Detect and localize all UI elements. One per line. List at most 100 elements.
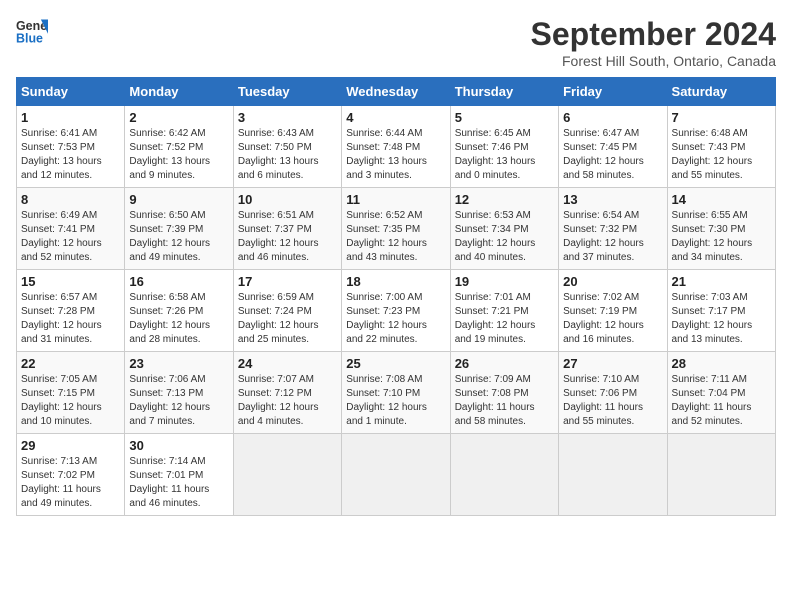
calendar-cell: 5Sunrise: 6:45 AM Sunset: 7:46 PM Daylig… <box>450 106 558 188</box>
weekday-header-wednesday: Wednesday <box>342 78 450 106</box>
day-number: 8 <box>21 192 120 207</box>
calendar-cell: 1Sunrise: 6:41 AM Sunset: 7:53 PM Daylig… <box>17 106 125 188</box>
day-info: Sunrise: 7:03 AM Sunset: 7:17 PM Dayligh… <box>672 291 771 347</box>
calendar-cell: 24 Sunrise: 7:07 AM Sunset: 7:12 PM Dayli… <box>233 352 341 434</box>
day-info: Sunrise: 7:14 AM Sunset: 7:01 PM Dayligh… <box>129 455 228 511</box>
day-number: 16 <box>129 274 228 289</box>
day-info: Sunrise: 6:57 AM Sunset: 7:28 PM Dayligh… <box>21 291 120 347</box>
day-number: 12 <box>455 192 554 207</box>
calendar-cell: 6Sunrise: 6:47 AM Sunset: 7:45 PM Daylig… <box>559 106 667 188</box>
day-info: Sunrise: 6:52 AM Sunset: 7:35 PM Dayligh… <box>346 209 445 265</box>
day-number: 4 <box>346 110 445 125</box>
day-info: Sunrise: 6:55 AM Sunset: 7:30 PM Dayligh… <box>672 209 771 265</box>
day-info: Sunrise: 6:51 AM Sunset: 7:37 PM Dayligh… <box>238 209 337 265</box>
calendar-cell: 3Sunrise: 6:43 AM Sunset: 7:50 PM Daylig… <box>233 106 341 188</box>
weekday-header-tuesday: Tuesday <box>233 78 341 106</box>
day-info: Sunrise: 6:53 AM Sunset: 7:34 PM Dayligh… <box>455 209 554 265</box>
logo-icon: General Blue <box>16 16 48 48</box>
day-info: Sunrise: 6:58 AM Sunset: 7:26 PM Dayligh… <box>129 291 228 347</box>
day-number: 1 <box>21 110 120 125</box>
day-number: 7 <box>672 110 771 125</box>
calendar-body: 1Sunrise: 6:41 AM Sunset: 7:53 PM Daylig… <box>17 106 776 516</box>
calendar-cell: 29Sunrise: 7:13 AM Sunset: 7:02 PM Dayli… <box>17 434 125 516</box>
month-title: September 2024 <box>531 16 776 53</box>
day-info: Sunrise: 6:48 AM Sunset: 7:43 PM Dayligh… <box>672 127 771 183</box>
calendar-cell: 20Sunrise: 7:02 AM Sunset: 7:19 PM Dayli… <box>559 270 667 352</box>
day-number: 25 <box>346 356 445 371</box>
day-info: Sunrise: 7:00 AM Sunset: 7:23 PM Dayligh… <box>346 291 445 347</box>
calendar-cell: 18 Sunrise: 7:00 AM Sunset: 7:23 PM Dayli… <box>342 270 450 352</box>
location-subtitle: Forest Hill South, Ontario, Canada <box>531 53 776 69</box>
title-block: September 2024 Forest Hill South, Ontari… <box>531 16 776 69</box>
calendar-cell <box>342 434 450 516</box>
page-header: General Blue September 2024 Forest Hill … <box>16 16 776 69</box>
calendar-cell: 2 Sunrise: 6:42 AM Sunset: 7:52 PM Daylig… <box>125 106 233 188</box>
day-info: Sunrise: 7:11 AM Sunset: 7:04 PM Dayligh… <box>672 373 771 429</box>
day-number: 15 <box>21 274 120 289</box>
day-info: Sunrise: 6:42 AM Sunset: 7:52 PM Dayligh… <box>129 127 228 183</box>
day-number: 17 <box>238 274 337 289</box>
day-number: 2 <box>129 110 228 125</box>
day-info: Sunrise: 7:07 AM Sunset: 7:12 PM Dayligh… <box>238 373 337 429</box>
day-info: Sunrise: 6:44 AM Sunset: 7:48 PM Dayligh… <box>346 127 445 183</box>
calendar-cell: 21 Sunrise: 7:03 AM Sunset: 7:17 PM Dayli… <box>667 270 775 352</box>
day-number: 30 <box>129 438 228 453</box>
calendar-cell: 4 Sunrise: 6:44 AM Sunset: 7:48 PM Daylig… <box>342 106 450 188</box>
calendar-week-4: 22 Sunrise: 7:05 AM Sunset: 7:15 PM Dayli… <box>17 352 776 434</box>
calendar-cell: 15 Sunrise: 6:57 AM Sunset: 7:28 PM Dayli… <box>17 270 125 352</box>
day-number: 23 <box>129 356 228 371</box>
calendar-table: SundayMondayTuesdayWednesdayThursdayFrid… <box>16 77 776 516</box>
day-number: 13 <box>563 192 662 207</box>
day-number: 9 <box>129 192 228 207</box>
calendar-cell: 30 Sunrise: 7:14 AM Sunset: 7:01 PM Dayli… <box>125 434 233 516</box>
calendar-week-3: 15 Sunrise: 6:57 AM Sunset: 7:28 PM Dayli… <box>17 270 776 352</box>
calendar-cell <box>667 434 775 516</box>
day-number: 11 <box>346 192 445 207</box>
weekday-header-sunday: Sunday <box>17 78 125 106</box>
weekday-header-thursday: Thursday <box>450 78 558 106</box>
day-info: Sunrise: 7:08 AM Sunset: 7:10 PM Dayligh… <box>346 373 445 429</box>
calendar-cell: 7 Sunrise: 6:48 AM Sunset: 7:43 PM Daylig… <box>667 106 775 188</box>
svg-text:Blue: Blue <box>16 32 43 46</box>
day-info: Sunrise: 7:09 AM Sunset: 7:08 PM Dayligh… <box>455 373 554 429</box>
calendar-cell: 26 Sunrise: 7:09 AM Sunset: 7:08 PM Dayli… <box>450 352 558 434</box>
calendar-cell: 19 Sunrise: 7:01 AM Sunset: 7:21 PM Dayli… <box>450 270 558 352</box>
day-info: Sunrise: 6:49 AM Sunset: 7:41 PM Dayligh… <box>21 209 120 265</box>
day-info: Sunrise: 6:54 AM Sunset: 7:32 PM Dayligh… <box>563 209 662 265</box>
day-info: Sunrise: 6:59 AM Sunset: 7:24 PM Dayligh… <box>238 291 337 347</box>
calendar-week-2: 8 Sunrise: 6:49 AM Sunset: 7:41 PM Daylig… <box>17 188 776 270</box>
day-number: 18 <box>346 274 445 289</box>
day-number: 21 <box>672 274 771 289</box>
day-info: Sunrise: 6:45 AM Sunset: 7:46 PM Dayligh… <box>455 127 554 183</box>
calendar-cell: 16 Sunrise: 6:58 AM Sunset: 7:26 PM Dayli… <box>125 270 233 352</box>
day-number: 19 <box>455 274 554 289</box>
day-info: Sunrise: 6:50 AM Sunset: 7:39 PM Dayligh… <box>129 209 228 265</box>
day-number: 10 <box>238 192 337 207</box>
calendar-cell: 12 Sunrise: 6:53 AM Sunset: 7:34 PM Dayli… <box>450 188 558 270</box>
calendar-week-1: 1Sunrise: 6:41 AM Sunset: 7:53 PM Daylig… <box>17 106 776 188</box>
calendar-cell: 9 Sunrise: 6:50 AM Sunset: 7:39 PM Daylig… <box>125 188 233 270</box>
day-number: 28 <box>672 356 771 371</box>
day-info: Sunrise: 7:01 AM Sunset: 7:21 PM Dayligh… <box>455 291 554 347</box>
calendar-cell: 28 Sunrise: 7:11 AM Sunset: 7:04 PM Dayli… <box>667 352 775 434</box>
day-info: Sunrise: 7:05 AM Sunset: 7:15 PM Dayligh… <box>21 373 120 429</box>
calendar-cell: 27Sunrise: 7:10 AM Sunset: 7:06 PM Dayli… <box>559 352 667 434</box>
calendar-cell: 14Sunrise: 6:55 AM Sunset: 7:30 PM Dayli… <box>667 188 775 270</box>
day-number: 22 <box>21 356 120 371</box>
day-number: 26 <box>455 356 554 371</box>
day-number: 24 <box>238 356 337 371</box>
calendar-cell <box>450 434 558 516</box>
calendar-cell: 23 Sunrise: 7:06 AM Sunset: 7:13 PM Dayli… <box>125 352 233 434</box>
day-info: Sunrise: 6:47 AM Sunset: 7:45 PM Dayligh… <box>563 127 662 183</box>
calendar-cell: 25 Sunrise: 7:08 AM Sunset: 7:10 PM Dayli… <box>342 352 450 434</box>
calendar-week-5: 29Sunrise: 7:13 AM Sunset: 7:02 PM Dayli… <box>17 434 776 516</box>
day-info: Sunrise: 7:13 AM Sunset: 7:02 PM Dayligh… <box>21 455 120 511</box>
day-info: Sunrise: 6:43 AM Sunset: 7:50 PM Dayligh… <box>238 127 337 183</box>
weekday-header-monday: Monday <box>125 78 233 106</box>
weekday-header-saturday: Saturday <box>667 78 775 106</box>
calendar-cell: 8 Sunrise: 6:49 AM Sunset: 7:41 PM Daylig… <box>17 188 125 270</box>
day-info: Sunrise: 7:06 AM Sunset: 7:13 PM Dayligh… <box>129 373 228 429</box>
weekday-header-friday: Friday <box>559 78 667 106</box>
day-info: Sunrise: 7:10 AM Sunset: 7:06 PM Dayligh… <box>563 373 662 429</box>
day-number: 20 <box>563 274 662 289</box>
